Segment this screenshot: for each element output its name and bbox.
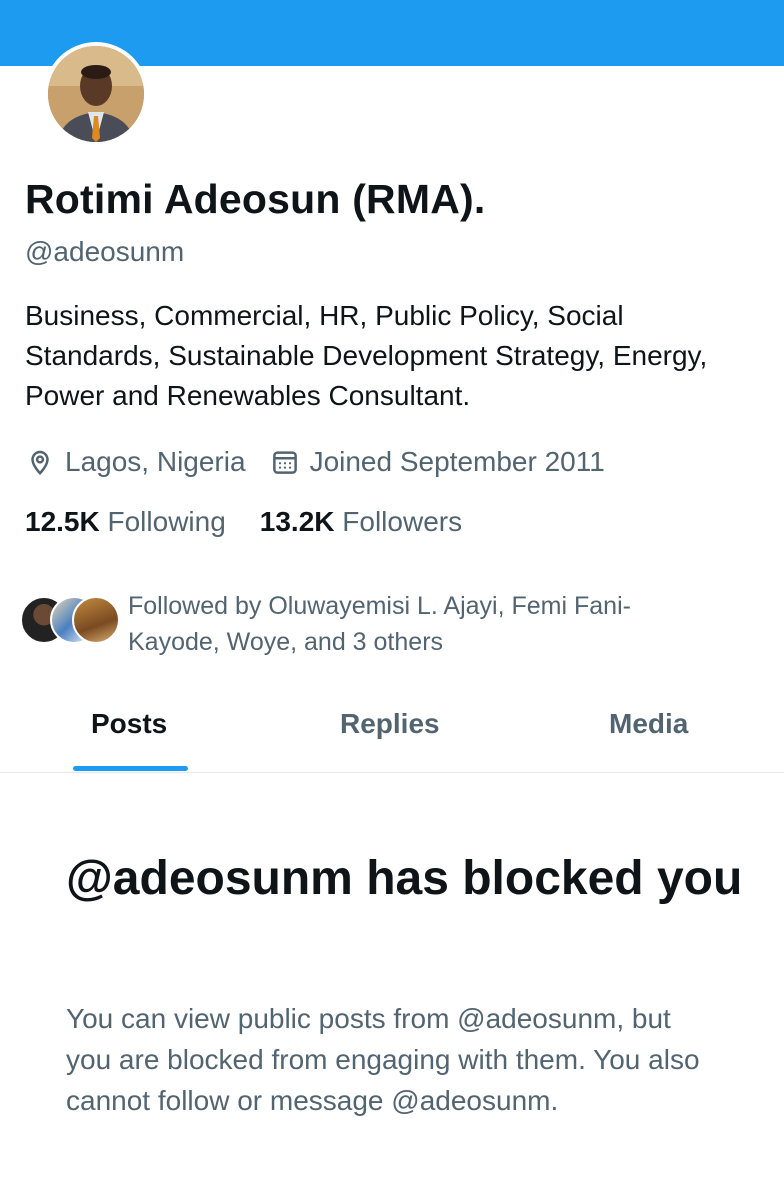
- active-tab-indicator: [73, 766, 188, 771]
- profile-bio: Business, Commercial, HR, Public Policy,…: [25, 300, 708, 411]
- join-date: Joined September 2011: [270, 446, 605, 478]
- profile-tabs: Posts Replies Media: [0, 690, 784, 773]
- follower-avatar: [72, 596, 120, 644]
- following-label: Following: [107, 506, 226, 537]
- following-link[interactable]: 12.5K Following: [25, 506, 226, 538]
- avatar[interactable]: [44, 42, 148, 146]
- profile-handle: @adeosunm: [25, 236, 185, 267]
- display-name: Rotimi Adeosun (RMA).: [25, 176, 486, 222]
- location: Lagos, Nigeria: [25, 446, 246, 478]
- calendar-icon: [270, 447, 300, 477]
- followed-by-text: Followed by Oluwayemisi L. Ajayi, Femi F…: [128, 592, 631, 656]
- tab-media[interactable]: Media: [609, 708, 688, 740]
- location-text: Lagos, Nigeria: [65, 446, 246, 477]
- follow-counts: 12.5K Following 13.2K Followers: [25, 506, 496, 538]
- profile-meta: Lagos, Nigeria Joined September 2011: [25, 444, 629, 480]
- location-pin-icon: [25, 447, 55, 477]
- followers-link[interactable]: 13.2K Followers: [260, 506, 462, 538]
- avatar-photo: [48, 46, 144, 142]
- following-count: 12.5K: [25, 506, 100, 537]
- followed-by-avatars: [20, 588, 120, 652]
- tab-replies[interactable]: Replies: [340, 708, 440, 740]
- followed-by[interactable]: Followed by Oluwayemisi L. Ajayi, Femi F…: [20, 588, 648, 660]
- followers-count: 13.2K: [259, 506, 335, 537]
- blocked-title: @adeosunm has blocked you: [66, 852, 743, 905]
- followers-label: Followers: [342, 506, 463, 537]
- blocked-message: You can view public posts from @adeosunm…: [66, 1003, 700, 1116]
- join-date-text: Joined September 2011: [309, 446, 605, 477]
- tab-posts[interactable]: Posts: [91, 708, 167, 740]
